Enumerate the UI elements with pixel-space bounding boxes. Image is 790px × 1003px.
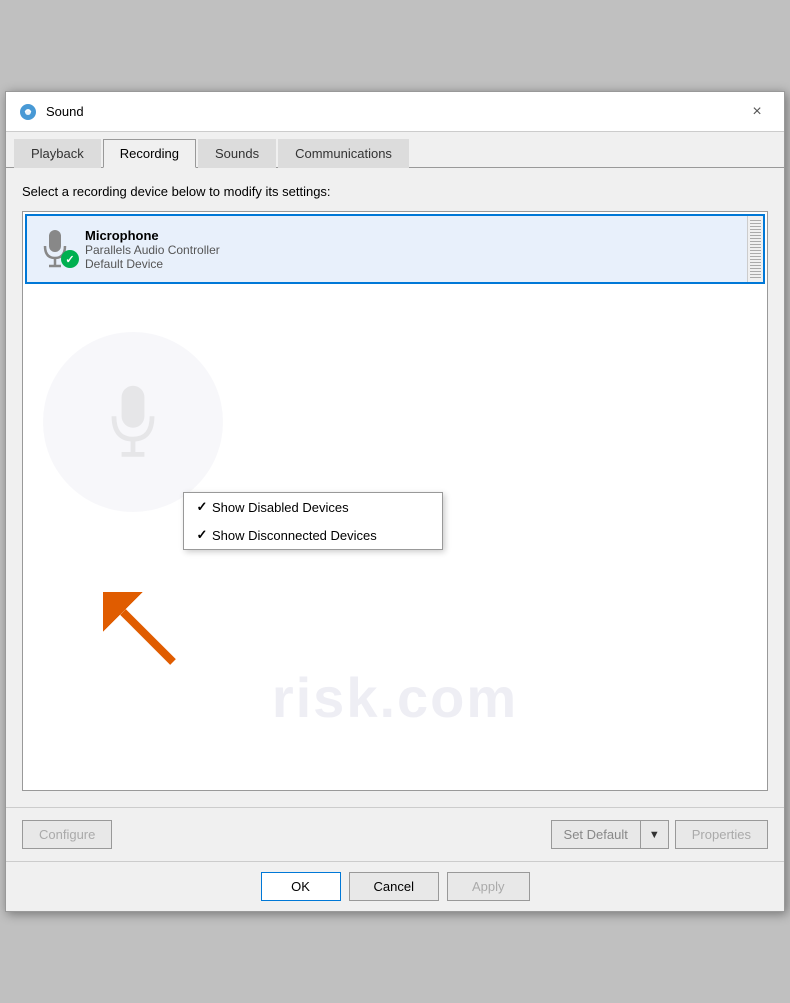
device-info: Microphone Parallels Audio Controller De… [85, 228, 755, 271]
check-show-disabled: ✓ [192, 499, 212, 515]
set-default-dropdown[interactable]: ▼ [640, 820, 669, 849]
watermark-circle [43, 332, 223, 512]
close-button[interactable]: × [742, 99, 772, 125]
apply-button[interactable]: Apply [447, 872, 530, 901]
set-default-group: Set Default ▼ [551, 820, 669, 849]
tab-communications[interactable]: Communications [278, 139, 409, 168]
show-disabled-label: Show Disabled Devices [212, 500, 349, 515]
device-controller: Parallels Audio Controller [85, 243, 755, 257]
configure-button[interactable]: Configure [22, 820, 112, 849]
window-title: Sound [46, 104, 742, 119]
device-item-microphone[interactable]: Microphone Parallels Audio Controller De… [25, 214, 765, 284]
tab-bar: Playback Recording Sounds Communications [6, 132, 784, 168]
sound-dialog: Sound × Playback Recording Sounds Commun… [5, 91, 785, 912]
tab-sounds[interactable]: Sounds [198, 139, 276, 168]
tab-playback[interactable]: Playback [14, 139, 101, 168]
device-list[interactable]: Microphone Parallels Audio Controller De… [22, 211, 768, 791]
tab-content: Select a recording device below to modif… [6, 168, 784, 807]
instruction-text: Select a recording device below to modif… [22, 184, 768, 199]
cancel-button[interactable]: Cancel [349, 872, 439, 901]
device-icon-area [35, 224, 75, 274]
dialog-actions: OK Cancel Apply [6, 861, 784, 911]
device-buttons: Configure Set Default ▼ Properties [6, 807, 784, 861]
device-name: Microphone [85, 228, 755, 243]
context-menu-item-show-disabled[interactable]: ✓ Show Disabled Devices [184, 493, 442, 521]
context-menu: ✓ Show Disabled Devices ✓ Show Disconnec… [183, 492, 443, 550]
title-bar: Sound × [6, 92, 784, 132]
ok-button[interactable]: OK [261, 872, 341, 901]
scrollbar-thumb [750, 218, 761, 278]
set-default-button[interactable]: Set Default [551, 820, 640, 849]
watermark-text: risk.com [272, 665, 518, 730]
device-list-scrollbar[interactable] [747, 216, 763, 282]
check-show-disconnected: ✓ [192, 527, 212, 543]
default-status-badge [61, 250, 79, 268]
context-menu-item-show-disconnected[interactable]: ✓ Show Disconnected Devices [184, 521, 442, 549]
tab-recording[interactable]: Recording [103, 139, 196, 168]
properties-button[interactable]: Properties [675, 820, 768, 849]
show-disconnected-label: Show Disconnected Devices [212, 528, 377, 543]
device-default-label: Default Device [85, 257, 755, 271]
arrow-indicator [103, 592, 183, 675]
sound-icon [18, 102, 38, 122]
